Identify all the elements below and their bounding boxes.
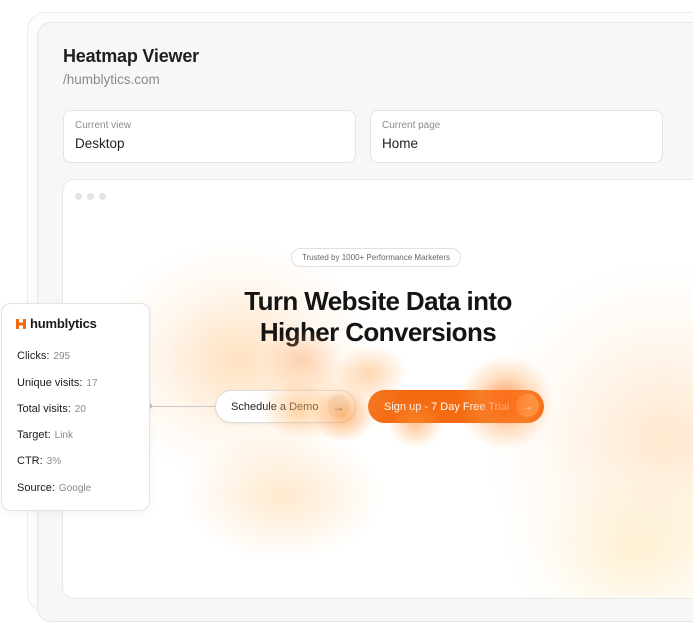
stat-label: CTR: bbox=[17, 455, 43, 467]
current-page-value: Home bbox=[382, 136, 419, 151]
stat-label: Unique visits: bbox=[17, 377, 83, 389]
brand-name: humblytics bbox=[30, 316, 97, 331]
stat-row-ctr: CTR: 3% bbox=[17, 455, 61, 467]
stat-row-source: Source: Google bbox=[17, 482, 91, 494]
click-stats-card: humblytics Clicks: 295 Unique visits: 17 T… bbox=[1, 303, 150, 511]
window-dot bbox=[99, 193, 106, 200]
current-view-value: Desktop bbox=[75, 136, 125, 151]
stat-row-target: Target: Link bbox=[17, 429, 73, 441]
stat-row-clicks: Clicks: 295 bbox=[17, 350, 70, 362]
window-dot bbox=[87, 193, 94, 200]
stat-value: 3% bbox=[46, 456, 62, 467]
current-view-label: Current view bbox=[75, 120, 132, 131]
heatmap-blob bbox=[503, 450, 693, 598]
signup-label: Sign up - 7 Day Free Trial bbox=[384, 400, 510, 413]
site-path: /humblytics.com bbox=[63, 72, 160, 87]
stat-value: 295 bbox=[53, 351, 71, 362]
current-page-label: Current page bbox=[382, 120, 441, 131]
stat-value: Google bbox=[58, 483, 92, 494]
heatmap-blob bbox=[183, 430, 383, 560]
schedule-demo-label: Schedule a Demo bbox=[231, 400, 319, 413]
current-view-select[interactable]: Current view Desktop bbox=[63, 110, 356, 163]
trusted-badge: Trusted by 1000+ Performance Marketers bbox=[291, 248, 461, 267]
tooltip-connector bbox=[149, 406, 215, 407]
humblytics-logo-icon bbox=[16, 318, 26, 329]
current-page-select[interactable]: Current page Home bbox=[370, 110, 663, 163]
schedule-demo-button[interactable]: Schedule a Demo → bbox=[215, 390, 356, 423]
app-title: Heatmap Viewer bbox=[63, 46, 199, 66]
stat-label: Clicks: bbox=[17, 350, 50, 362]
brand: humblytics bbox=[16, 316, 97, 331]
hero-title-line: Turn Website Data into bbox=[244, 286, 512, 316]
arrow-right-icon: → bbox=[327, 395, 350, 418]
signup-button[interactable]: Sign up - 7 Day Free Trial → bbox=[368, 390, 544, 423]
hero-title-line: Higher Conversions bbox=[259, 317, 497, 347]
stat-row-unique-visits: Unique visits: 17 bbox=[17, 377, 98, 389]
page-preview: Trusted by 1000+ Performance Marketers T… bbox=[62, 179, 693, 599]
stat-label: Total visits: bbox=[17, 403, 71, 415]
stat-row-total-visits: Total visits: 20 bbox=[17, 403, 86, 415]
stat-label: Target: bbox=[17, 429, 51, 441]
window-dots bbox=[75, 193, 106, 200]
window-dot bbox=[75, 193, 82, 200]
stat-value: 20 bbox=[74, 404, 86, 415]
stat-value: 17 bbox=[86, 378, 98, 389]
stat-value: Link bbox=[54, 430, 73, 441]
arrow-right-icon: → bbox=[516, 394, 539, 417]
hero-title: Turn Website Data into Higher Conversion… bbox=[213, 286, 543, 348]
stat-label: Source: bbox=[17, 482, 55, 494]
